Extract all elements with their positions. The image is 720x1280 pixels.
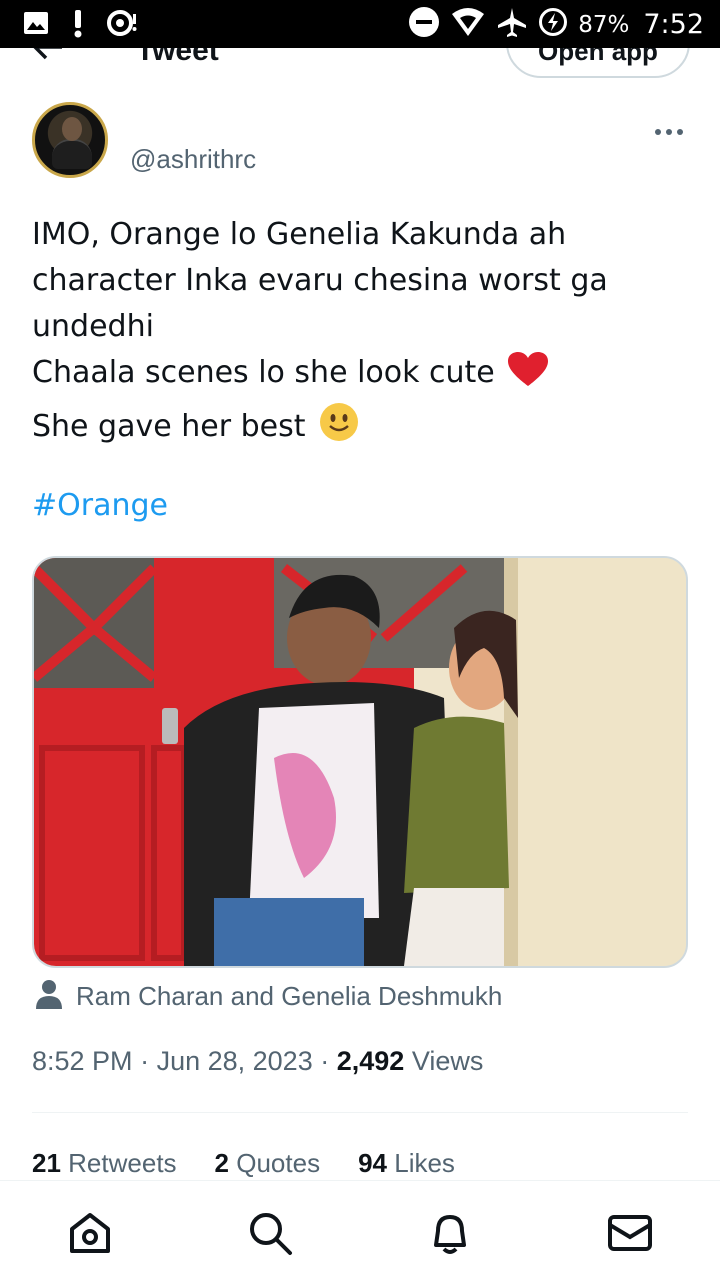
tagged-people[interactable]: Ram Charan and Genelia Deshmukh [36,978,502,1014]
meta-separator: · [320,1046,337,1076]
tweet-text: IMO, Orange lo Genelia Kakunda ah charac… [32,212,692,456]
tweet-photo[interactable] [32,556,688,968]
wifi-icon [450,6,486,43]
airplane-icon [496,6,528,43]
alert-icon [72,8,84,43]
avatar[interactable] [32,102,108,178]
meta-separator: · [140,1046,157,1076]
tweet-header: Tweet Open app [0,48,720,88]
tweet-line: She gave her best [32,409,306,444]
battery-percentage: 87% [578,11,630,38]
red-heart-icon [508,352,549,402]
retweets-label: Retweets [68,1148,177,1178]
more-options-icon[interactable] [654,112,684,144]
image-icon [22,9,50,42]
retweets-count: 21 [32,1148,61,1178]
quotes-count: 2 [214,1148,230,1178]
page-title: Tweet [136,48,219,67]
tweet-line: IMO, Orange lo Genelia Kakunda ah [32,217,567,252]
back-arrow-icon[interactable] [32,48,64,67]
likes-label: Likes [394,1148,455,1178]
likes-count: 94 [358,1148,387,1178]
tweet-time: 8:52 PM [32,1046,133,1076]
tweet-line: undedhi [32,309,154,344]
divider [32,1112,688,1113]
home-icon[interactable] [66,1209,114,1257]
status-bar: 87% 7:52 [0,0,720,48]
hashtag-link[interactable]: #Orange [32,488,168,523]
person-icon [36,979,62,1014]
engagement-stats: 21 Retweets 2 Quotes 94 Likes [32,1148,455,1179]
dnd-icon [408,6,440,43]
battery-saver-icon [538,7,568,42]
tweet-line-with-smile: She gave her best [32,402,692,456]
smiling-face-icon [319,402,359,456]
open-app-button[interactable]: Open app [506,48,690,78]
likes-stat[interactable]: 94 Likes [358,1148,455,1179]
tweet-line: character Inka evaru chesina worst ga [32,263,608,298]
tweet-line: Chaala scenes lo she look cute [32,355,495,390]
bottom-nav [0,1180,720,1280]
tweet-date: Jun 28, 2023 [156,1046,313,1076]
quotes-label: Quotes [236,1148,321,1178]
clock: 7:52 [643,9,704,40]
sync-icon [106,8,140,43]
tagged-names: Ram Charan and Genelia Deshmukh [76,980,503,1011]
tweet-line-with-heart: Chaala scenes lo she look cute [32,350,692,402]
search-icon[interactable] [246,1209,294,1257]
author-handle[interactable]: @ashrithrc [130,144,256,175]
notifications-bell-icon[interactable] [426,1209,474,1257]
tweet-meta: 8:52 PM · Jun 28, 2023 · 2,492 Views [32,1046,483,1077]
messages-mail-icon[interactable] [606,1209,654,1257]
views-count: 2,492 [336,1046,405,1076]
retweets-stat[interactable]: 21 Retweets [32,1148,177,1179]
views-label: Views [411,1046,484,1076]
quotes-stat[interactable]: 2 Quotes [215,1148,321,1179]
